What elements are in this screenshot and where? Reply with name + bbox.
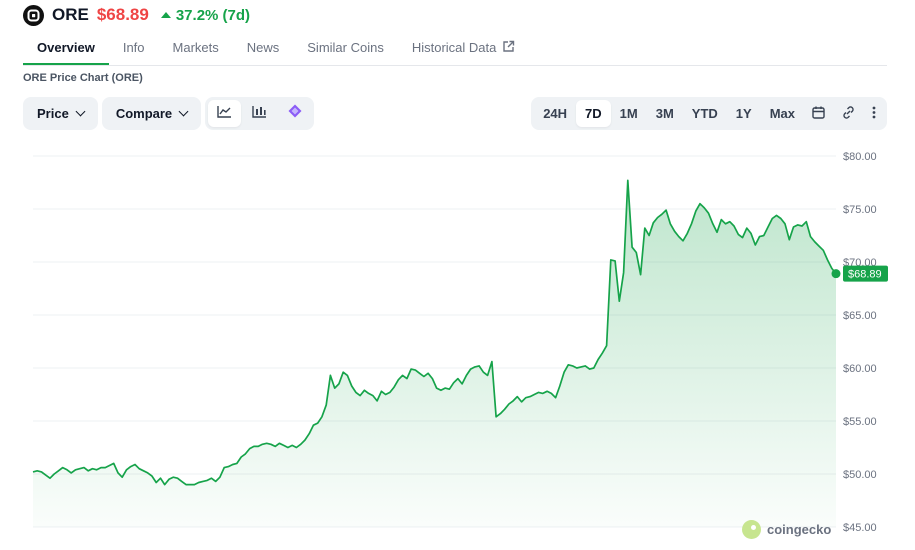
- line-chart-icon: [217, 105, 232, 123]
- y-tick-label: $65.00: [843, 310, 877, 322]
- y-tick-label: $80.00: [843, 151, 877, 163]
- compare-dropdown-label: Compare: [115, 106, 173, 121]
- tab-label: Overview: [37, 40, 95, 55]
- more-icon: [872, 106, 876, 122]
- tradingview-icon: [288, 104, 302, 123]
- tab-historical-data[interactable]: Historical Data: [398, 33, 530, 65]
- compare-dropdown[interactable]: Compare: [101, 97, 202, 130]
- triangle-up-icon: [160, 12, 171, 18]
- y-tick-label: $75.00: [843, 204, 877, 216]
- ore-logo-icon: [23, 4, 44, 26]
- y-tick-label: $60.00: [843, 363, 877, 375]
- current-price-marker: [831, 269, 841, 279]
- candlestick-icon: [252, 105, 267, 123]
- range-label: 3M: [655, 106, 674, 121]
- y-tick-label: $55.00: [843, 416, 877, 428]
- current-price-text: $68.89: [848, 269, 882, 281]
- tab-label: Historical Data: [411, 40, 497, 55]
- coin-price: $68.89: [96, 5, 149, 24]
- line-chart-button[interactable]: [208, 100, 242, 127]
- tab-label: Info: [122, 40, 145, 55]
- price-dropdown[interactable]: Price: [23, 97, 98, 130]
- price-change-text: 37.2% (7d): [175, 6, 251, 24]
- range-max-button[interactable]: Max: [761, 100, 804, 127]
- tab-bar: Overview Info Markets News Similar Coins…: [23, 33, 887, 66]
- tab-similar-coins[interactable]: Similar Coins: [293, 33, 398, 65]
- candlestick-button[interactable]: [243, 100, 276, 127]
- calendar-button[interactable]: [804, 100, 833, 127]
- more-button[interactable]: [864, 100, 884, 127]
- tab-label: Markets: [172, 40, 219, 55]
- coingecko-logo-icon: [742, 520, 761, 539]
- tradingview-button[interactable]: [278, 100, 311, 127]
- y-axis: $45.00$50.00$55.00$60.00$65.00$70.00$75.…: [843, 151, 877, 534]
- chart-title: ORE Price Chart (ORE): [23, 72, 143, 84]
- tab-markets[interactable]: Markets: [159, 33, 233, 65]
- chart-type-switch: [205, 97, 315, 130]
- watermark-text: coingecko: [767, 522, 832, 537]
- coin-header: ORE $68.89 37.2% (7d): [23, 4, 250, 26]
- y-tick-label: $50.00: [843, 469, 877, 481]
- range-label: 1M: [619, 106, 638, 121]
- tab-news[interactable]: News: [233, 33, 294, 65]
- range-1m-button[interactable]: 1M: [611, 100, 647, 127]
- range-label: Max: [769, 106, 795, 121]
- range-24h-button[interactable]: 24H: [534, 100, 576, 127]
- range-label: YTD: [691, 106, 718, 121]
- range-selector: 24H 7D 1M 3M YTD 1Y Max: [531, 97, 887, 130]
- y-tick-label: $45.00: [843, 522, 877, 534]
- chevron-down-icon: [75, 106, 86, 117]
- range-label: 7D: [585, 106, 602, 121]
- range-1y-button[interactable]: 1Y: [727, 100, 761, 127]
- link-icon: [841, 105, 856, 123]
- link-button[interactable]: [833, 100, 864, 127]
- range-7d-button[interactable]: 7D: [576, 100, 611, 127]
- calendar-icon: [812, 106, 825, 122]
- tab-label: News: [246, 40, 280, 55]
- external-link-icon: [502, 40, 515, 56]
- price-dropdown-label: Price: [37, 106, 69, 121]
- tab-info[interactable]: Info: [109, 33, 159, 65]
- price-area: [33, 180, 836, 527]
- price-change: 37.2% (7d): [160, 6, 251, 24]
- coingecko-watermark: coingecko: [742, 520, 831, 539]
- tab-overview[interactable]: Overview: [23, 33, 109, 65]
- range-3m-button[interactable]: 3M: [647, 100, 683, 127]
- current-price-label: $68.89: [843, 265, 888, 282]
- chart-toolbar-left: Price Compare: [23, 97, 315, 130]
- chevron-down-icon: [178, 106, 189, 117]
- range-label: 24H: [543, 106, 568, 121]
- coin-symbol: ORE: [52, 5, 89, 24]
- tab-label: Similar Coins: [307, 40, 384, 55]
- price-chart: $45.00$50.00$55.00$60.00$65.00$70.00$75.…: [32, 151, 888, 534]
- range-label: 1Y: [735, 106, 752, 121]
- range-ytd-button[interactable]: YTD: [683, 100, 727, 127]
